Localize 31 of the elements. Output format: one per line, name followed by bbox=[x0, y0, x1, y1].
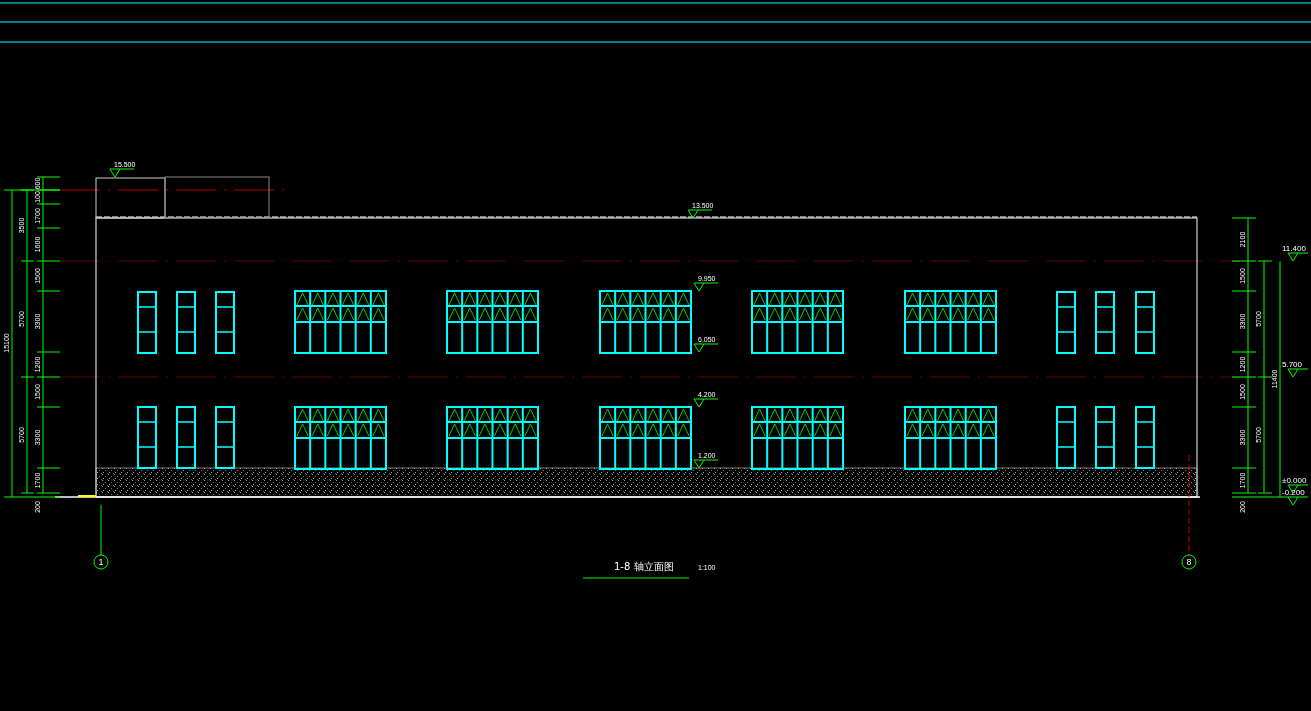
axis-number: 8 bbox=[1186, 557, 1192, 567]
window bbox=[215, 406, 235, 469]
window bbox=[137, 291, 157, 354]
elevation-label: 5.700 bbox=[1282, 360, 1303, 369]
elevation-symbol bbox=[693, 343, 719, 353]
axis-bubble bbox=[1181, 554, 1197, 570]
elevation-label: 11.400 bbox=[1282, 244, 1306, 253]
window bbox=[1056, 406, 1076, 469]
elevation-symbol bbox=[1287, 252, 1309, 262]
window bbox=[215, 291, 235, 354]
window bbox=[176, 291, 196, 354]
window bbox=[176, 406, 196, 469]
elevation-symbol bbox=[1287, 496, 1309, 506]
window bbox=[1135, 406, 1155, 469]
window bbox=[1135, 291, 1155, 354]
elevation-symbol bbox=[1287, 368, 1309, 378]
elevation-symbol bbox=[693, 398, 719, 408]
elevation-symbol bbox=[693, 282, 719, 292]
elevation-symbol bbox=[687, 209, 713, 219]
ground-marker bbox=[78, 495, 96, 497]
elevation-label: -0.200 bbox=[1282, 488, 1305, 497]
axis-bubble bbox=[93, 554, 109, 570]
window bbox=[137, 406, 157, 469]
drawing-title: 1-8 轴立面图 bbox=[614, 561, 674, 572]
window bbox=[1095, 406, 1115, 469]
window bbox=[1056, 291, 1076, 354]
elevation-symbol bbox=[693, 459, 719, 469]
axis-number: 1 bbox=[98, 557, 104, 567]
elevation-label: ±0.000 bbox=[1282, 476, 1307, 485]
elevation-symbol bbox=[109, 168, 135, 178]
window bbox=[1095, 291, 1115, 354]
